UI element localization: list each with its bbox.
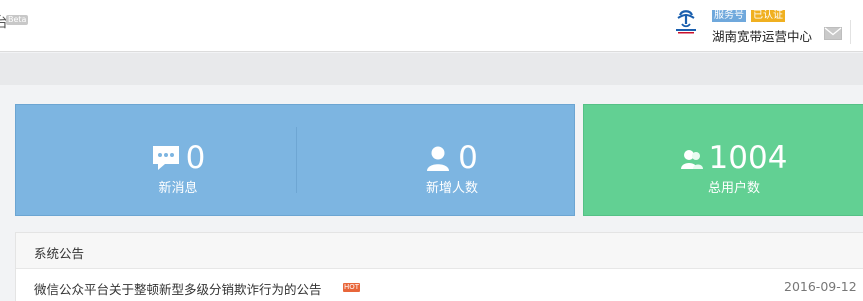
service-account-badge: 服务号 (712, 10, 746, 22)
announcement-date: 2016-09-12 (784, 279, 857, 294)
chat-bubble-icon (152, 146, 179, 170)
account-name[interactable]: 湖南宽带运营中心 (712, 26, 812, 45)
header-divider (850, 20, 851, 44)
total-users-count: 1004 (708, 140, 788, 176)
system-announcements-card: 系统公告 微信公众平台关于整顿新型多级分销欺诈行为的公告 HOT 2016-09… (15, 232, 863, 301)
stat-new-followers[interactable]: 0 新增人数 (402, 141, 502, 196)
announcement-link[interactable]: 微信公众平台关于整顿新型多级分销欺诈行为的公告 (34, 279, 322, 298)
announcements-header: 系统公告 (16, 233, 863, 269)
stats-divider (296, 127, 297, 193)
new-messages-label: 新消息 (158, 181, 198, 196)
china-telecom-logo-icon[interactable] (672, 8, 700, 36)
total-users-label: 总用户数 (707, 181, 760, 196)
beta-badge: Beta (6, 15, 29, 25)
sub-navigation-bar (0, 53, 863, 85)
new-messages-count: 0 (185, 140, 206, 176)
stats-panel-messages-followers: 0 新消息 0 新增人数 (15, 104, 575, 216)
stat-total-users[interactable]: 1004 总用户数 (674, 141, 794, 196)
person-icon (427, 146, 450, 171)
stat-new-messages[interactable]: 0 新消息 (128, 141, 228, 196)
new-followers-label: 新增人数 (425, 181, 478, 196)
verified-badge: 已认证 (751, 10, 785, 22)
stats-panel-total-users: 1004 总用户数 (583, 104, 863, 216)
announcements-title: 系统公告 (34, 246, 85, 261)
top-header: 台 Beta 服务号 已认证 湖南宽带运营中心 (0, 0, 863, 52)
new-followers-count: 0 (458, 140, 478, 176)
mail-icon[interactable] (824, 27, 842, 40)
users-icon (680, 150, 703, 169)
hot-tag: HOT (343, 283, 361, 292)
